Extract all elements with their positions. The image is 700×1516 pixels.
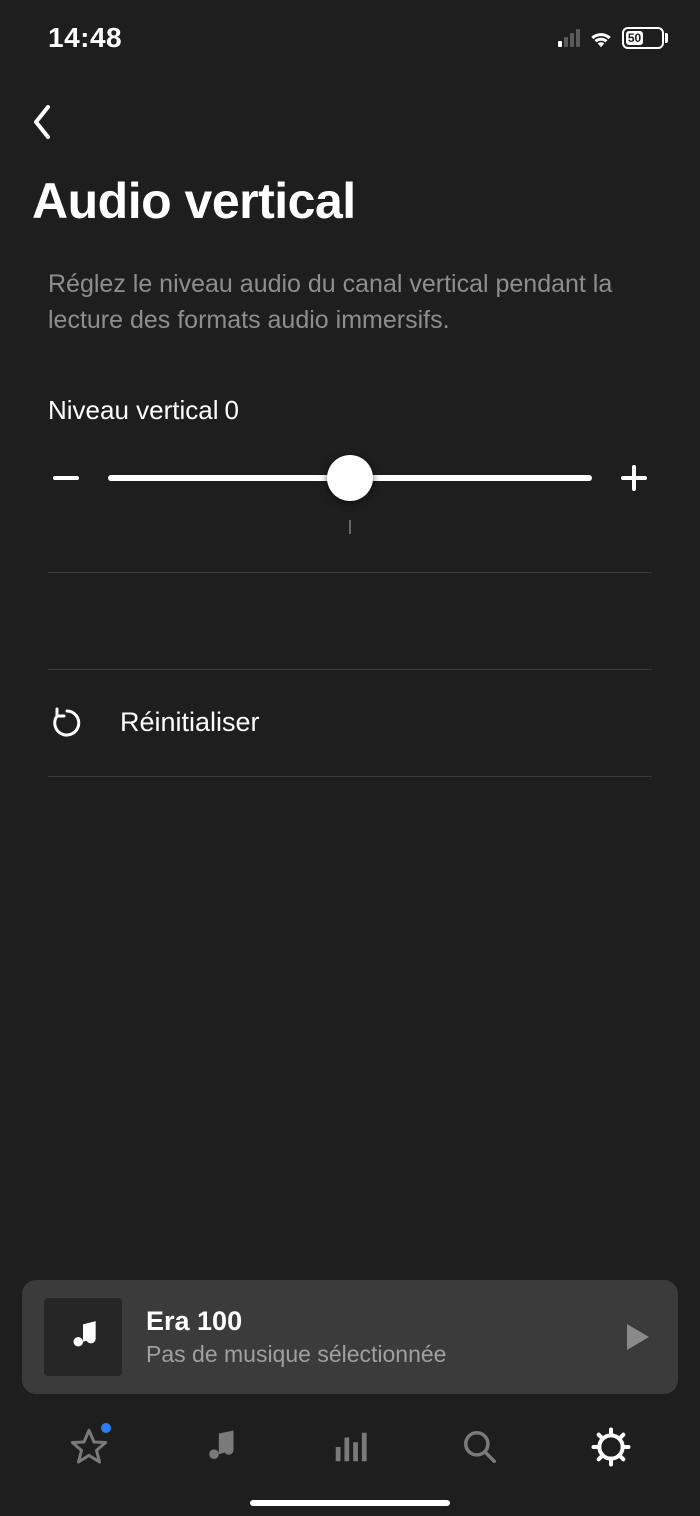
reset-icon	[48, 704, 86, 742]
reset-label: Réinitialiser	[120, 707, 260, 738]
tab-equalizer[interactable]	[322, 1419, 378, 1475]
status-bar: 14:48 50	[0, 0, 700, 68]
star-icon	[69, 1427, 109, 1467]
vertical-level-control: Niveau vertical 0	[0, 339, 700, 534]
play-icon	[625, 1322, 651, 1352]
divider	[48, 776, 652, 777]
battery-percent: 50	[626, 31, 643, 45]
play-button[interactable]	[620, 1319, 656, 1355]
battery-icon: 50	[622, 27, 668, 49]
chevron-left-icon	[32, 105, 52, 139]
album-art-placeholder	[44, 1298, 122, 1376]
status-time: 14:48	[48, 22, 122, 54]
notification-dot	[101, 1423, 111, 1433]
equalizer-icon	[331, 1428, 369, 1466]
decrease-button[interactable]	[48, 460, 84, 496]
divider	[48, 572, 652, 573]
tab-search[interactable]	[452, 1419, 508, 1475]
music-note-icon	[202, 1429, 238, 1465]
tab-favorites[interactable]	[61, 1419, 117, 1475]
level-slider[interactable]	[108, 475, 592, 481]
plus-icon	[621, 465, 647, 491]
now-playing-bar[interactable]: Era 100 Pas de musique sélectionnée	[22, 1280, 678, 1394]
slider-value: 0	[225, 395, 239, 426]
slider-thumb[interactable]	[327, 455, 373, 501]
slider-center-tick	[349, 520, 351, 534]
page-title: Audio vertical	[0, 140, 700, 230]
status-indicators: 50	[558, 27, 668, 49]
minus-icon	[53, 476, 79, 480]
increase-button[interactable]	[616, 460, 652, 496]
tab-settings[interactable]	[583, 1419, 639, 1475]
page-description: Réglez le niveau audio du canal vertical…	[0, 230, 700, 339]
wifi-icon	[588, 28, 614, 48]
slider-label: Niveau vertical	[48, 395, 219, 426]
search-icon	[461, 1428, 499, 1466]
now-playing-info: Era 100 Pas de musique sélectionnée	[146, 1306, 596, 1368]
music-note-icon	[64, 1318, 102, 1356]
back-button[interactable]	[24, 104, 60, 140]
tab-music[interactable]	[192, 1419, 248, 1475]
home-indicator[interactable]	[250, 1500, 450, 1506]
device-name: Era 100	[146, 1306, 596, 1337]
playback-status: Pas de musique sélectionnée	[146, 1341, 596, 1368]
reset-button[interactable]: Réinitialiser	[0, 670, 700, 776]
gear-icon	[591, 1427, 631, 1467]
cellular-signal-icon	[558, 29, 580, 47]
